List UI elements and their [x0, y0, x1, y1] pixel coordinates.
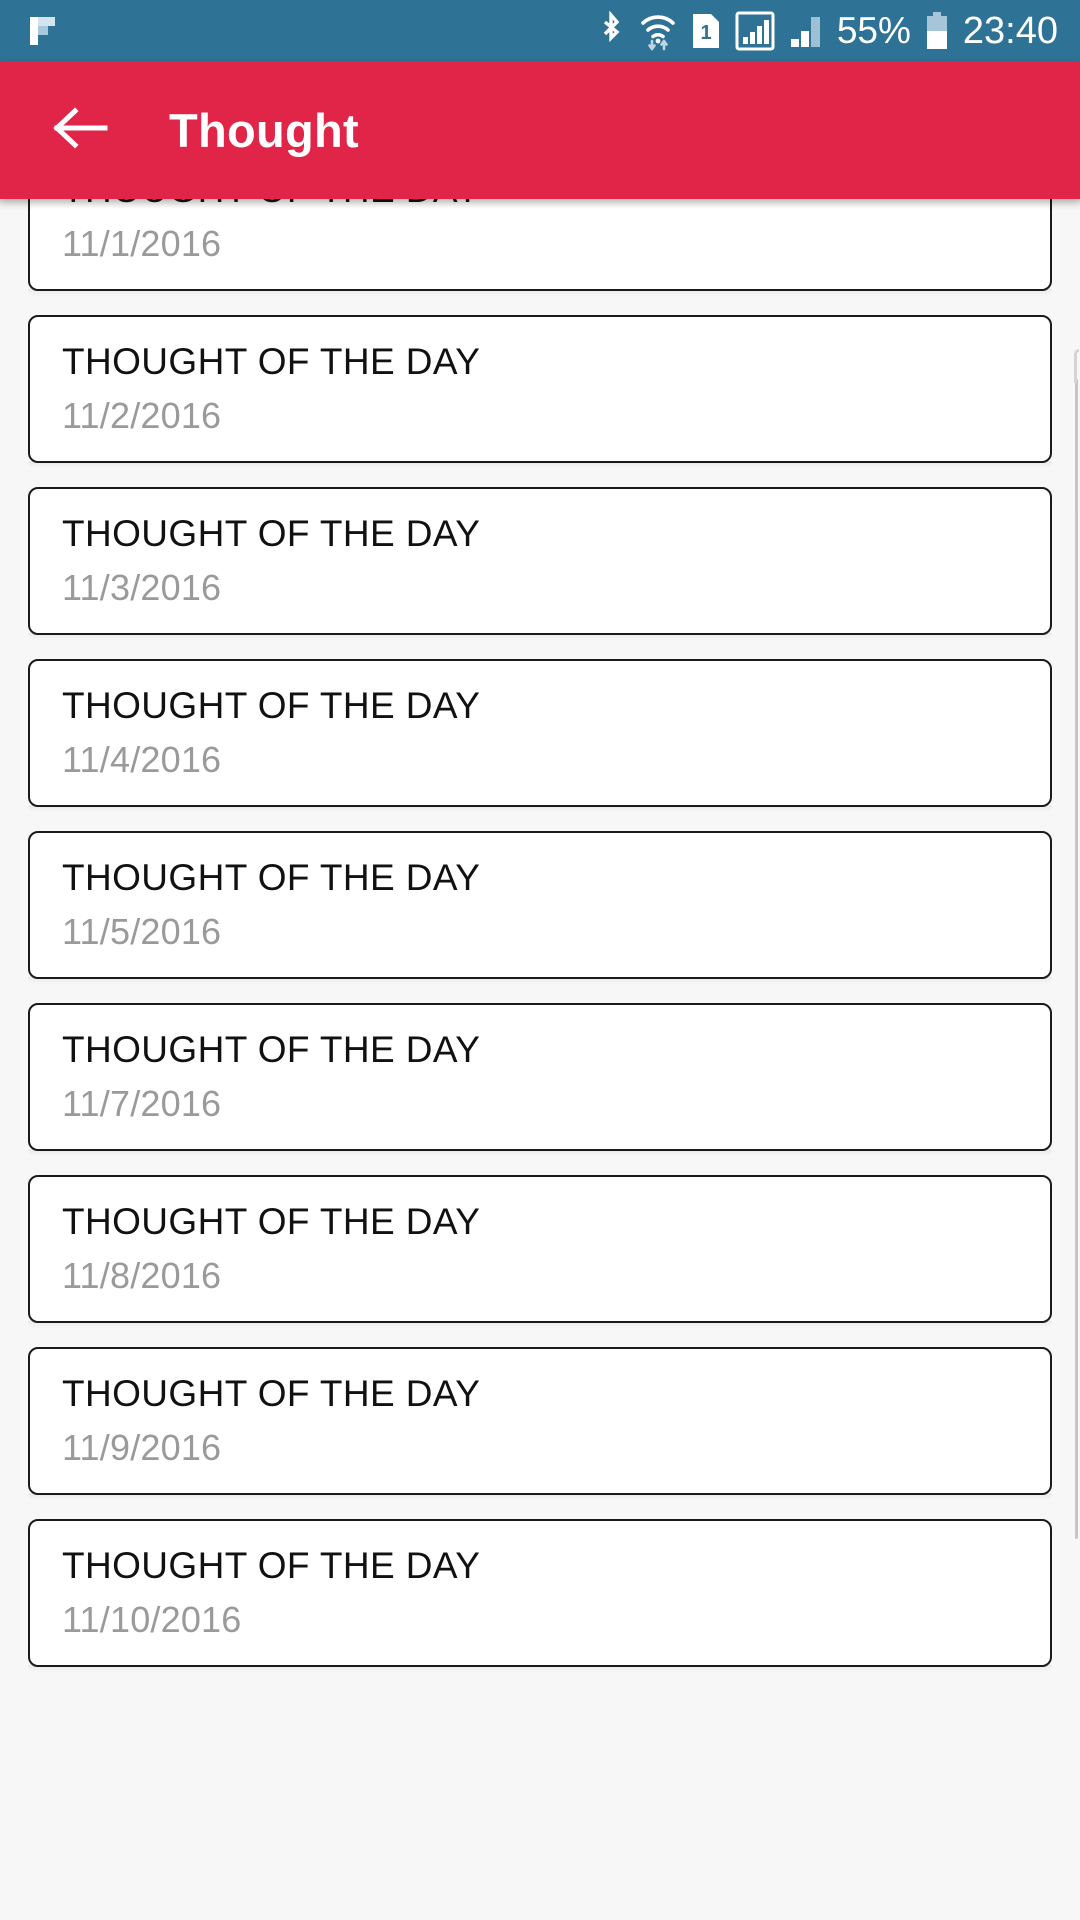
- thought-item-title: THOUGHT OF THE DAY: [62, 1029, 481, 1071]
- battery-icon: [925, 11, 949, 51]
- bluetooth-icon: [597, 10, 625, 51]
- thought-item-title: THOUGHT OF THE DAY: [62, 513, 481, 555]
- thought-list-item[interactable]: THOUGHT OF THE DAY 11/9/2016: [28, 1347, 1052, 1501]
- thought-item-title: THOUGHT OF THE DAY: [62, 857, 481, 899]
- thought-item-date: 11/3/2016: [62, 567, 222, 609]
- thought-item-date: 11/4/2016: [62, 739, 222, 781]
- thought-item-date: 11/10/2016: [62, 1599, 242, 1641]
- thought-list-item[interactable]: THOUGHT OF THE DAY 11/1/2016: [28, 199, 1052, 297]
- thought-list-item[interactable]: THOUGHT OF THE DAY 11/8/2016: [28, 1175, 1052, 1329]
- app-root: 1 55% 23:40 Thought 11/1/2016 THOUGHT OF…: [0, 0, 1080, 1920]
- battery-percentage: 55%: [836, 10, 911, 51]
- thought-item-date: 11/2/2016: [62, 395, 222, 437]
- thought-item-date: 11/5/2016: [62, 911, 222, 953]
- thought-item-date: 11/9/2016: [62, 1427, 222, 1469]
- thought-list-item[interactable]: THOUGHT OF THE DAY 11/10/2016: [28, 1519, 1052, 1673]
- status-bar-clock: 23:40: [962, 9, 1058, 52]
- status-bar-notifications: [26, 13, 60, 49]
- status-bar-indicators: 1 55% 23:40: [597, 9, 1058, 52]
- list-inner: THOUGHT OF THE DAY11/1/2016THOUGHT OF TH…: [0, 199, 1080, 1691]
- signal-bars-icon: [789, 11, 823, 51]
- thought-list-item[interactable]: THOUGHT OF THE DAY 11/4/2016: [28, 659, 1052, 813]
- thought-item-title: THOUGHT OF THE DAY: [62, 685, 481, 727]
- thought-list-item[interactable]: THOUGHT OF THE DAY 11/3/2016: [28, 487, 1052, 641]
- thought-list-item[interactable]: THOUGHT OF THE DAY 11/5/2016: [28, 831, 1052, 985]
- thought-item-date: 11/7/2016: [62, 1083, 222, 1125]
- thought-item-title: THOUGHT OF THE DAY: [62, 341, 481, 383]
- thought-list-item[interactable]: THOUGHT OF THE DAY 11/2/2016: [28, 315, 1052, 469]
- sim-card-1-icon: 1: [691, 12, 721, 50]
- thought-item-date: 11/1/2016: [62, 223, 222, 265]
- svg-text:1: 1: [700, 22, 711, 44]
- thought-item-title: THOUGHT OF THE DAY: [62, 1373, 481, 1415]
- page-title: Thought: [169, 103, 360, 157]
- thought-item-title: THOUGHT OF THE DAY: [62, 1545, 481, 1587]
- signal-boxed-icon: [735, 11, 775, 51]
- thought-item-title: THOUGHT OF THE DAY: [62, 199, 1050, 210]
- thought-list-item[interactable]: THOUGHT OF THE DAY 11/7/2016: [28, 1003, 1052, 1157]
- wifi-icon: [639, 11, 677, 51]
- arrow-left-icon: [51, 106, 109, 155]
- app-bar: Thought: [0, 61, 1080, 199]
- flipboard-icon: [26, 13, 60, 49]
- thought-item-date: 11/8/2016: [62, 1255, 222, 1297]
- status-bar: 1 55% 23:40: [0, 0, 1080, 61]
- thought-item-title: THOUGHT OF THE DAY: [62, 1201, 481, 1243]
- back-button[interactable]: [50, 100, 110, 160]
- thought-list[interactable]: THOUGHT OF THE DAY11/1/2016THOUGHT OF TH…: [0, 199, 1080, 1920]
